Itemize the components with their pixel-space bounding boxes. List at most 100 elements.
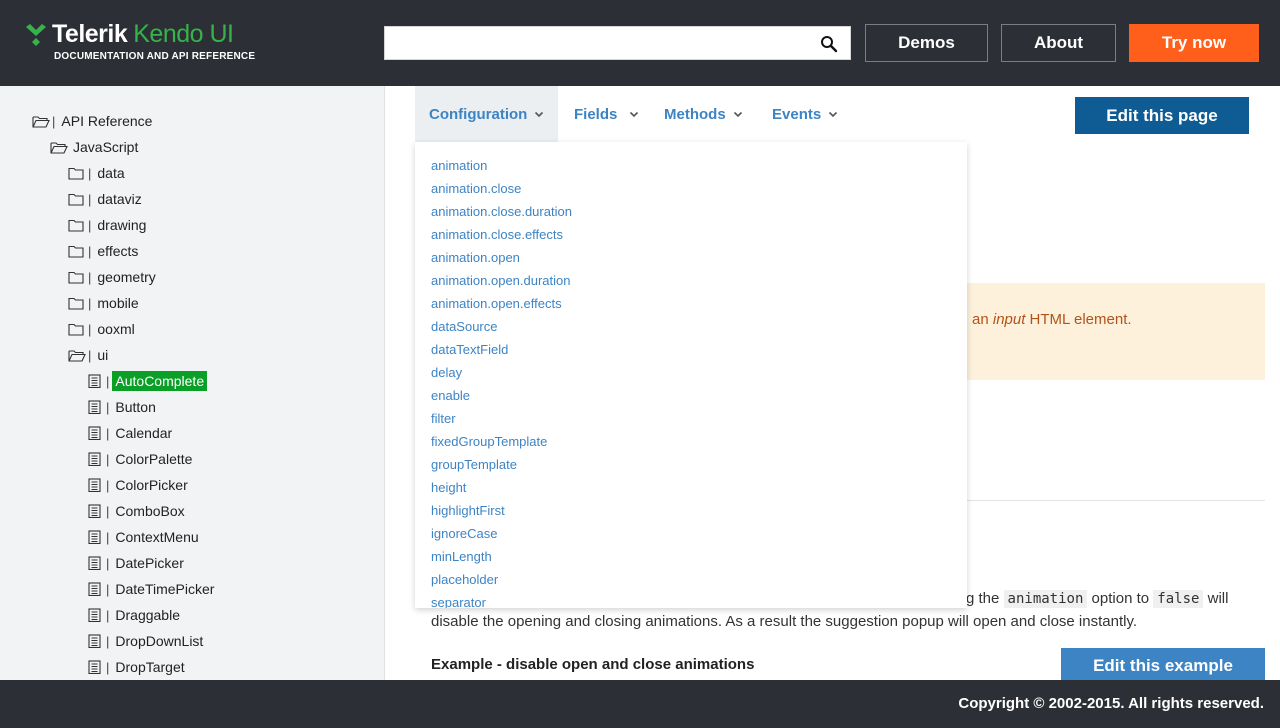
search-input[interactable] bbox=[385, 27, 805, 59]
tab-methods[interactable]: Methods bbox=[664, 86, 743, 142]
tree-separator: | bbox=[106, 633, 110, 649]
folder-icon bbox=[68, 323, 84, 336]
logo-brand: Telerik bbox=[52, 19, 128, 48]
config-menu-item[interactable]: animation bbox=[431, 158, 487, 173]
tree-separator: | bbox=[106, 581, 110, 597]
document-icon bbox=[88, 374, 101, 388]
sidebar-item-calendar[interactable]: | Calendar bbox=[86, 422, 175, 444]
config-menu-item[interactable]: minLength bbox=[431, 549, 492, 564]
tab-configuration[interactable]: Configuration bbox=[415, 86, 559, 142]
sidebar-item-draggable[interactable]: | Draggable bbox=[86, 604, 183, 626]
notice-box: an input HTML element. bbox=[966, 283, 1265, 380]
tree-separator: | bbox=[106, 477, 110, 493]
tab-label: Configuration bbox=[429, 105, 528, 123]
edit-example-button[interactable]: Edit this example bbox=[1061, 648, 1265, 684]
folder-icon bbox=[68, 167, 84, 180]
sidebar-item-label: ui bbox=[97, 347, 109, 363]
config-menu-item[interactable]: groupTemplate bbox=[431, 457, 517, 472]
sidebar-item-label: ColorPicker bbox=[115, 477, 188, 493]
config-menu-item[interactable]: highlightFirst bbox=[431, 503, 505, 518]
sidebar-item-ooxml[interactable]: | ooxml bbox=[68, 318, 138, 340]
tab-label: Events bbox=[772, 105, 822, 123]
config-menu-item[interactable]: filter bbox=[431, 411, 456, 426]
sidebar-item-colorpalette[interactable]: | ColorPalette bbox=[86, 448, 195, 470]
sidebar-item-label: ColorPalette bbox=[115, 451, 193, 467]
document-icon bbox=[88, 582, 101, 596]
tree-separator: | bbox=[88, 191, 92, 207]
config-menu-item[interactable]: animation.open bbox=[431, 250, 520, 265]
config-menu-item[interactable]: animation.close.effects bbox=[431, 227, 563, 242]
document-icon bbox=[88, 400, 101, 414]
content-text-line-1: g the animation option to false will bbox=[966, 590, 1229, 608]
document-icon bbox=[88, 634, 101, 648]
tree-separator: | bbox=[88, 321, 92, 337]
sidebar-item-effects[interactable]: | effects bbox=[68, 240, 141, 262]
document-icon bbox=[88, 504, 101, 518]
config-menu-item[interactable]: animation.open.duration bbox=[431, 273, 571, 288]
tree-separator: | bbox=[106, 373, 110, 389]
sidebar-item-label: AutoComplete bbox=[112, 371, 208, 391]
sidebar-item-label: effects bbox=[97, 243, 139, 259]
config-menu-item[interactable]: delay bbox=[431, 365, 462, 380]
config-menu-item[interactable]: ignoreCase bbox=[431, 526, 498, 541]
sidebar-item-autocomplete[interactable]: | AutoComplete bbox=[86, 370, 208, 392]
sidebar-item-label: DatePicker bbox=[115, 555, 184, 571]
config-menu-item[interactable]: dataSource bbox=[431, 319, 498, 334]
sidebar-item-geometry[interactable]: | geometry bbox=[68, 266, 159, 288]
sidebar-item-ui[interactable]: | ui bbox=[68, 344, 111, 366]
sidebar-item-javascript[interactable]: JavaScript bbox=[50, 136, 141, 158]
config-menu-item[interactable]: placeholder bbox=[431, 572, 498, 587]
sidebar-item-label: drawing bbox=[97, 217, 147, 233]
folder-icon bbox=[68, 219, 84, 232]
sidebar-item-droptarget[interactable]: | DropTarget bbox=[86, 656, 188, 678]
sidebar-item-label: ContextMenu bbox=[115, 529, 199, 545]
folder-open-icon bbox=[50, 142, 68, 154]
sidebar-item-label: ComboBox bbox=[115, 503, 185, 519]
sidebar-item-colorpicker[interactable]: | ColorPicker bbox=[86, 474, 191, 496]
sidebar-item-label: DropTarget bbox=[115, 659, 185, 675]
copyright-text: Copyright © 2002-2015. All rights reserv… bbox=[958, 695, 1264, 712]
sidebar-item-api reference[interactable]: | API Reference bbox=[32, 110, 155, 132]
sidebar-item-combobox[interactable]: | ComboBox bbox=[86, 500, 188, 522]
tree-separator: | bbox=[52, 113, 56, 129]
sidebar-item-contextmenu[interactable]: | ContextMenu bbox=[86, 526, 202, 548]
sidebar-item-label: Draggable bbox=[115, 607, 180, 623]
config-menu-item[interactable]: animation.open.effects bbox=[431, 296, 562, 311]
folder-open-icon bbox=[68, 350, 86, 362]
config-menu-item[interactable]: height bbox=[431, 480, 466, 495]
config-menu-item[interactable]: fixedGroupTemplate bbox=[431, 434, 547, 449]
search-icon[interactable] bbox=[820, 35, 838, 53]
sidebar-item-label: DropDownList bbox=[115, 633, 204, 649]
config-menu-item[interactable]: enable bbox=[431, 388, 470, 403]
sidebar-item-data[interactable]: | data bbox=[68, 162, 128, 184]
folder-icon bbox=[68, 297, 84, 310]
logo[interactable]: Telerik Kendo UI DOCUMENTATION AND API R… bbox=[24, 18, 255, 62]
demos-button[interactable]: Demos bbox=[865, 24, 988, 62]
document-icon bbox=[88, 426, 101, 440]
config-menu-item[interactable]: animation.close.duration bbox=[431, 204, 572, 219]
tree-separator: | bbox=[106, 529, 110, 545]
document-icon bbox=[88, 530, 101, 544]
document-icon bbox=[88, 478, 101, 492]
config-menu-item[interactable]: separator bbox=[431, 595, 486, 608]
about-button[interactable]: About bbox=[1001, 24, 1116, 62]
telerik-logo-icon bbox=[26, 24, 46, 46]
tab-fields[interactable]: Fields bbox=[574, 86, 639, 142]
config-menu-item[interactable]: dataTextField bbox=[431, 342, 508, 357]
sidebar-item-drawing[interactable]: | drawing bbox=[68, 214, 149, 236]
document-icon bbox=[88, 452, 101, 466]
sidebar-item-datetimepicker[interactable]: | DateTimePicker bbox=[86, 578, 217, 600]
sidebar-item-dataviz[interactable]: | dataviz bbox=[68, 188, 145, 210]
config-menu-item[interactable]: animation.close bbox=[431, 181, 521, 196]
tree-separator: | bbox=[88, 347, 92, 363]
sidebar-item-button[interactable]: | Button bbox=[86, 396, 159, 418]
try-now-button[interactable]: Try now bbox=[1129, 24, 1259, 62]
folder-open-icon bbox=[32, 116, 50, 128]
tree-separator: | bbox=[88, 165, 92, 181]
sidebar-item-dropdownlist[interactable]: | DropDownList bbox=[86, 630, 206, 652]
edit-page-button[interactable]: Edit this page bbox=[1075, 97, 1249, 134]
tab-label: Methods bbox=[664, 105, 726, 123]
sidebar-item-mobile[interactable]: | mobile bbox=[68, 292, 142, 314]
tab-events[interactable]: Events bbox=[772, 86, 838, 142]
sidebar-item-datepicker[interactable]: | DatePicker bbox=[86, 552, 187, 574]
